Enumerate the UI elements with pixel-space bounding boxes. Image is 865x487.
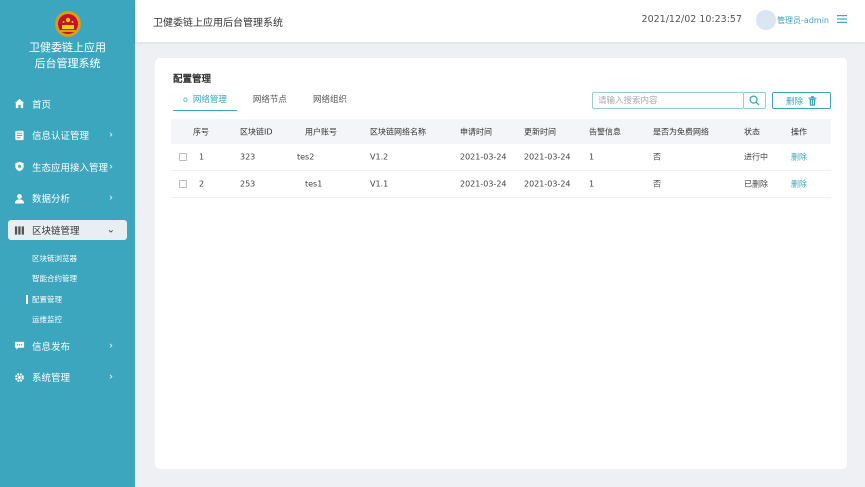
app-title-line1: 卫健委链上应用 (29, 41, 106, 54)
submenu-item-explorer[interactable]: 区块链浏览器 (0, 248, 135, 269)
table-header: 序号 区块链ID 用户账号 区块链网络名称 申请时间 更新时间 告警信息 是否为… (171, 119, 831, 144)
column-header: 是否为免费网络 (653, 127, 709, 136)
search-icon (749, 95, 760, 106)
cell-update-time: 2021-03-24 (524, 179, 571, 189)
column-header: 状态 (744, 127, 760, 136)
home-icon (14, 98, 25, 109)
tab-network-management[interactable]: 网络管理 (173, 93, 237, 111)
cell-network-name: V1.1 (370, 179, 389, 189)
national-emblem-logo (55, 11, 81, 37)
cell-chain-id: 323 (240, 152, 256, 162)
avatar[interactable] (756, 10, 776, 30)
cell-free: 否 (653, 179, 661, 189)
user-name[interactable]: 管理员-admin (777, 15, 829, 26)
sidebar-item-label: 区块链管理 (32, 226, 80, 237)
delete-link[interactable]: 删除 (791, 152, 807, 163)
column-header: 更新时间 (524, 127, 556, 136)
chevron-right-icon: › (109, 129, 113, 141)
cell-apply-time: 2021-03-24 (460, 179, 507, 189)
header-datetime: 2021/12/02 10:23:57 (641, 14, 742, 25)
gear-icon (14, 372, 25, 383)
column-header: 操作 (791, 127, 807, 136)
cell-apply-time: 2021-03-24 (460, 152, 507, 162)
cell-status: 进行中 (744, 152, 768, 162)
app-title-line2: 后台管理系统 (34, 57, 101, 70)
delete-button[interactable]: 删除 (772, 92, 831, 109)
delete-link[interactable]: 删除 (791, 179, 807, 190)
sidebar-item-label: 信息发布 (32, 341, 71, 353)
column-header: 区块链ID (240, 127, 273, 136)
column-header: 告警信息 (589, 127, 621, 136)
cell-account: tes1 (305, 179, 323, 189)
cell-account: tes2 (297, 152, 315, 162)
cell-alarm: 1 (589, 152, 595, 162)
search-button[interactable] (744, 92, 766, 109)
cell-status: 已删除 (744, 179, 768, 189)
cell-network-name: V1.2 (370, 152, 389, 162)
sidebar-item-label: 首页 (32, 99, 52, 111)
shield-icon (14, 161, 25, 172)
sidebar: 卫健委链上应用 后台管理系统 首页 信息认证管理 › 生态应用接入管理 › 数据… (0, 0, 135, 487)
sidebar-item-label: 信息认证管理 (32, 131, 90, 143)
sidebar-nav: 首页 信息认证管理 › 生态应用接入管理 › 数据分析 › 区块链管理 ⌄ 区块… (0, 88, 135, 393)
tab-network-orgs[interactable]: 网络组织 (303, 93, 357, 111)
sidebar-item-info-publish[interactable]: 信息发布 › (0, 330, 135, 362)
cell-update-time: 2021-03-24 (524, 152, 571, 162)
chevron-right-icon: › (109, 340, 113, 352)
chat-icon (14, 340, 25, 351)
submenu-item-config[interactable]: 配置管理 (0, 289, 135, 310)
sidebar-item-label: 数据分析 (32, 194, 71, 206)
table-row: 1 323 tes2 V1.2 2021-03-24 2021-03-24 1 … (171, 144, 831, 171)
row-checkbox[interactable] (179, 180, 187, 188)
sidebar-item-data-analysis[interactable]: 数据分析 › (0, 183, 135, 215)
network-table: 序号 区块链ID 用户账号 区块链网络名称 申请时间 更新时间 告警信息 是否为… (171, 119, 831, 198)
top-header: 卫健委链上应用后台管理系统 2021/12/02 10:23:57 管理员-ad… (135, 0, 865, 42)
column-header: 申请时间 (460, 127, 492, 136)
sidebar-item-blockchain[interactable]: 区块链管理 ⌄ (8, 220, 127, 240)
cell-free: 否 (653, 152, 661, 162)
menu-icon[interactable] (837, 13, 847, 25)
submenu-item-smart-contract[interactable]: 智能合约管理 (0, 269, 135, 290)
search-input[interactable] (592, 92, 744, 109)
blockchain-submenu: 区块链浏览器 智能合约管理 配置管理 运维监控 (0, 246, 135, 330)
column-header: 区块链网络名称 (370, 127, 426, 136)
cell-chain-id: 253 (240, 179, 256, 189)
cell-no: 1 (199, 152, 205, 162)
sidebar-item-label: 生态应用接入管理 (32, 162, 109, 174)
column-header: 序号 (193, 127, 209, 136)
sidebar-item-home[interactable]: 首页 (0, 88, 135, 120)
delete-button-label: 删除 (785, 96, 803, 107)
trash-icon (808, 95, 817, 106)
app-title: 卫健委链上应用 后台管理系统 (0, 40, 135, 72)
submenu-item-ops-monitor[interactable]: 运维监控 (0, 310, 135, 331)
chevron-down-icon: ⌄ (106, 224, 115, 236)
column-header: 用户账号 (305, 127, 337, 136)
tab-bar: 网络管理 网络节点 网络组织 (173, 93, 363, 113)
sidebar-item-info-auth[interactable]: 信息认证管理 › (0, 120, 135, 152)
cell-alarm: 1 (589, 179, 595, 189)
id-card-icon (14, 130, 25, 141)
tab-network-nodes[interactable]: 网络节点 (243, 93, 297, 111)
table-row: 2 253 tes1 V1.1 2021-03-24 2021-03-24 1 … (171, 171, 831, 198)
page-title: 配置管理 (173, 74, 212, 85)
chevron-right-icon: › (109, 192, 113, 204)
chevron-right-icon: › (109, 371, 113, 383)
cell-no: 2 (199, 179, 205, 189)
chevron-right-icon: › (109, 161, 113, 173)
config-card: 配置管理 网络管理 网络节点 网络组织 删除 序号 区块链ID 用户账号 区块链… (155, 58, 847, 469)
sidebar-item-label: 系统管理 (32, 373, 71, 385)
sidebar-item-system[interactable]: 系统管理 › (0, 362, 135, 394)
user-icon (14, 193, 25, 204)
bars-icon (14, 225, 25, 236)
header-title: 卫健委链上应用后台管理系统 (153, 18, 283, 29)
row-checkbox[interactable] (179, 153, 187, 161)
sidebar-item-eco-apps[interactable]: 生态应用接入管理 › (0, 151, 135, 183)
